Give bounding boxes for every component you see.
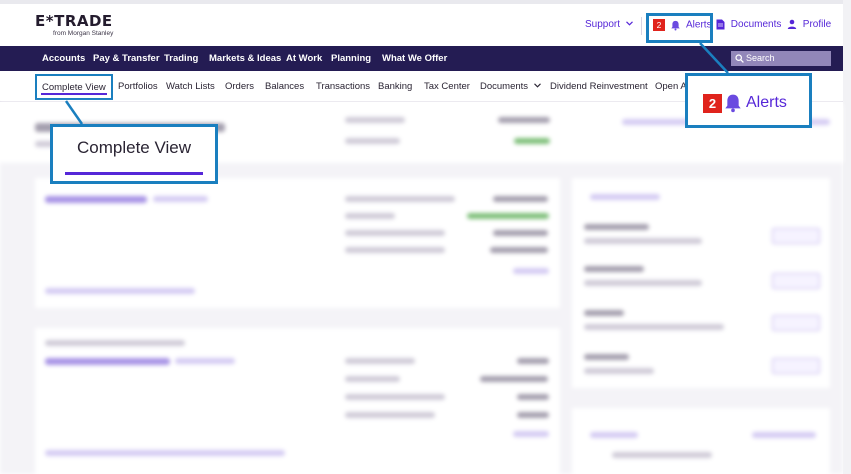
document-icon: [716, 19, 725, 30]
person-icon: [787, 20, 797, 30]
chevron-down-icon: [625, 21, 633, 26]
main-nav: Accounts Pay & Transfer Trading Markets …: [0, 46, 843, 71]
utility-divider: [641, 17, 642, 35]
nav-pay-transfer[interactable]: Pay & Transfer: [93, 53, 160, 64]
documents-label: Documents: [730, 19, 782, 31]
etrade-logo[interactable]: E*TRADE from Morgan Stanley: [35, 14, 113, 38]
account-card-1: [35, 178, 560, 308]
subnav-open-account[interactable]: Open A: [655, 81, 687, 92]
subnav-orders[interactable]: Orders: [225, 81, 254, 92]
nav-planning[interactable]: Planning: [331, 53, 371, 64]
nav-markets-ideas[interactable]: Markets & Ideas: [209, 53, 281, 64]
complete-view-callout-underline: [65, 172, 203, 175]
account-card-2: [35, 328, 560, 474]
complete-view-callout: Complete View: [50, 124, 218, 184]
subnav-dividend-reinvestment[interactable]: Dividend Reinvestment: [550, 81, 648, 92]
alerts-callout-badge: 2: [703, 94, 722, 113]
screenshot-stage: E*TRADE from Morgan Stanley Support 2 Al…: [0, 0, 851, 474]
subnav-complete-view[interactable]: Complete View: [35, 74, 113, 100]
alerts-callout: 2 Alerts: [685, 73, 812, 128]
launch-pad-card: [572, 178, 830, 388]
subnav-tax-center[interactable]: Tax Center: [424, 81, 470, 92]
support-label: Support: [585, 19, 621, 30]
subnav-banking[interactable]: Banking: [378, 81, 412, 92]
chevron-down-icon: [533, 83, 541, 88]
subnav-documents-label: Documents: [480, 81, 529, 92]
active-tab-indicator: [41, 93, 107, 95]
search-placeholder: Search: [746, 53, 775, 63]
logo-text: E*TRADE: [35, 12, 113, 30]
subnav-portfolios[interactable]: Portfolios: [118, 81, 158, 92]
search-input[interactable]: Search: [731, 51, 831, 66]
browser-frame-right: [843, 0, 851, 474]
logo-subtext: from Morgan Stanley: [53, 30, 114, 37]
alerts-callout-label: Alerts: [746, 94, 787, 111]
subnav-complete-view-label: Complete View: [42, 82, 106, 93]
nav-at-work[interactable]: At Work: [286, 53, 322, 64]
subnav-balances[interactable]: Balances: [265, 81, 304, 92]
support-menu[interactable]: Support: [585, 19, 633, 31]
nav-accounts[interactable]: Accounts: [42, 53, 85, 64]
nav-what-we-offer[interactable]: What We Offer: [382, 53, 447, 64]
bell-icon: [725, 94, 741, 113]
complete-view-callout-label: Complete View: [77, 138, 192, 157]
search-icon: [735, 54, 744, 63]
subnav-documents[interactable]: Documents: [480, 81, 541, 92]
site-header: E*TRADE from Morgan Stanley Support 2 Al…: [0, 4, 843, 46]
subnav-transactions[interactable]: Transactions: [316, 81, 370, 92]
alerts-card: [572, 408, 830, 474]
documents-link[interactable]: Documents: [716, 19, 781, 31]
profile-label: Profile: [802, 19, 832, 30]
profile-link[interactable]: Profile: [787, 19, 831, 31]
alerts-highlight-box: [646, 13, 713, 43]
nav-trading[interactable]: Trading: [164, 53, 198, 64]
subnav-watch-lists[interactable]: Watch Lists: [166, 81, 215, 92]
